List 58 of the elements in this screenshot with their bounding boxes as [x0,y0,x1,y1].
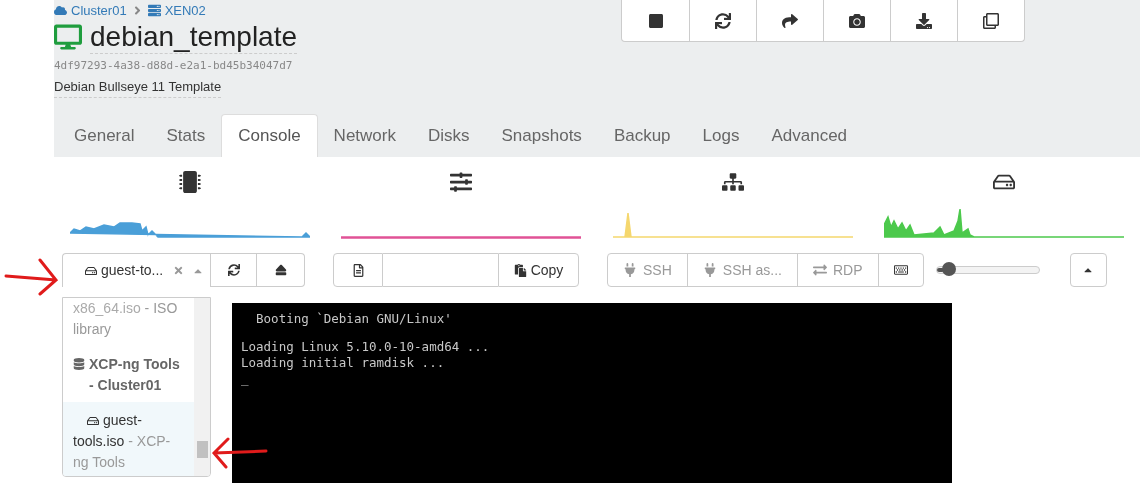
tab[interactable]: Advanced [755,114,864,157]
scrollbar[interactable] [194,298,210,476]
server-icon [147,4,161,18]
database-icon [73,358,85,370]
tab[interactable]: Stats [150,114,222,157]
plug-icon [623,263,637,277]
refresh-button[interactable] [211,253,257,287]
hard-drive-icon [87,415,99,428]
annotation-arrow [4,258,60,298]
stop-icon [647,12,664,29]
keyboard-icon [893,263,908,277]
scrollbar-thumb[interactable] [197,441,208,458]
vm-description[interactable]: Debian Bullseye 11 Template [54,77,222,98]
refresh-icon [715,12,732,29]
copy-button[interactable]: Copy [498,253,579,287]
hard-drive-icon [85,264,97,277]
download-icon [916,12,933,29]
sliders-icon [450,171,473,193]
console-line: Booting `Debian GNU/Linux' [255,311,452,327]
console-line: Loading Linux 5.10.0-10-amd64 ... [241,339,490,355]
dropdown-option[interactable]: x86_64.iso - ISO library [63,298,194,348]
tab[interactable]: Snapshots [485,114,598,157]
paste-file-button[interactable] [333,253,383,287]
console-line: Loading initial ramdisk ... [241,355,445,371]
option-group-label: XCP-ng Tools - Cluster01 [63,348,194,402]
eject-icon [274,264,287,276]
tab[interactable]: Disks [411,114,486,157]
slider-thumb[interactable] [941,262,956,276]
eject-button[interactable] [257,253,305,287]
clone-icon [983,12,1000,29]
clipboard-field[interactable] [383,253,498,287]
console-line: _ [241,371,249,387]
clear-icon[interactable] [173,265,184,276]
refresh-icon [227,264,240,276]
annotation-arrow [210,436,268,470]
plug-icon [702,263,717,277]
tab[interactable]: Logs [686,114,756,157]
exchange-icon [812,263,827,277]
breadcrumb-link[interactable]: Cluster01 [71,1,127,21]
dropdown-option[interactable]: guest-tools.iso - XCP-ng Tools [63,402,194,476]
tab[interactable]: Console [221,114,318,157]
network-icon [721,171,744,193]
tab[interactable]: Backup [597,114,687,157]
camera-icon [849,12,866,29]
vm-title[interactable]: debian_template [90,20,298,54]
tab[interactable]: General [58,114,151,157]
chip-icon [178,171,201,193]
cloud-icon [54,4,67,18]
iso-select[interactable]: guest-to... [62,253,211,287]
forward-arrow-icon [782,12,799,29]
clipboard-icon [513,263,527,277]
tab[interactable]: Network [317,114,412,157]
select-value: guest-to... [101,261,164,280]
breadcrumb-link[interactable]: XEN02 [164,1,206,21]
file-icon [351,263,365,277]
vm-uuid: 4df97293-4a38-d88d-e2a1-bd45b34047d7 [54,57,293,74]
console-screen[interactable]: Booting `Debian GNU/Linux' Loading Linux 5.10.0-10-amd64 ... Loading initial ramdisk ... _ [232,303,952,483]
monitor-icon [54,23,82,51]
